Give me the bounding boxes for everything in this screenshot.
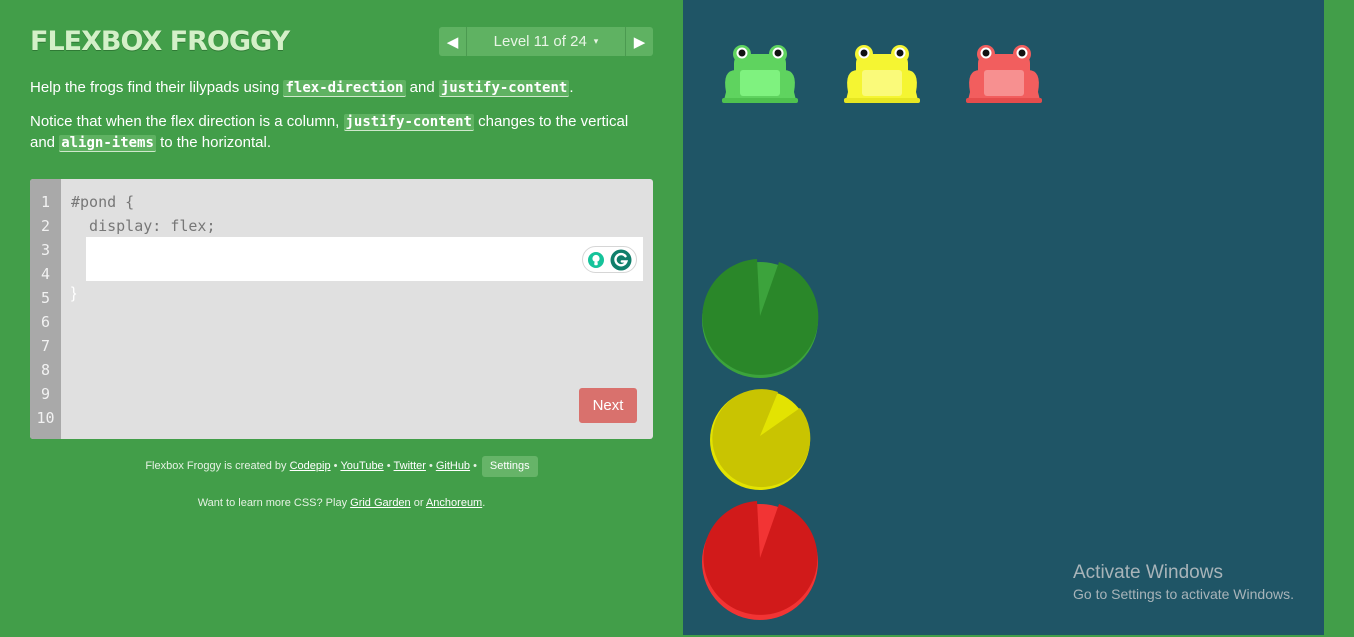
code-flex-direction: flex-direction	[283, 80, 406, 97]
code-line-selector: #pond {	[71, 193, 135, 211]
line-number: 1	[40, 193, 51, 211]
game-title: FLEXBOX FROGGY	[30, 26, 290, 57]
instruction-text: Help the frogs find their lilypads using	[30, 79, 284, 96]
next-button[interactable]: Next	[579, 388, 637, 423]
lightbulb-icon[interactable]	[587, 251, 605, 269]
instruction-text: Notice that when the flex direction is a…	[30, 113, 344, 130]
sidebar: FLEXBOX FROGGY ◀ Level 11 of 24 ▾ ▶ Help…	[0, 0, 683, 637]
line-number: 7	[40, 337, 51, 355]
grammarly-widget[interactable]	[582, 246, 637, 273]
more-games-text: Want to learn more CSS? Play	[197, 497, 351, 509]
caret-down-icon: ▾	[593, 36, 599, 46]
grammarly-logo-icon[interactable]	[610, 249, 632, 271]
more-games-text: or	[410, 497, 426, 509]
twitter-link[interactable]: Twitter	[394, 460, 426, 472]
code-justify-content: justify-content	[438, 80, 570, 97]
code-line-display: display: flex;	[71, 217, 216, 235]
css-code-input[interactable]	[86, 237, 643, 281]
windows-activation-watermark: Activate Windows Go to Settings to activ…	[1073, 562, 1294, 604]
instructions-paragraph-1: Help the frogs find their lilypads using…	[30, 78, 640, 99]
grid-garden-link[interactable]: Grid Garden	[350, 497, 411, 509]
lilypad-green	[702, 259, 819, 378]
right-edge-strip	[1324, 0, 1354, 637]
instruction-text: and	[405, 79, 439, 96]
lilypad-red	[702, 501, 818, 620]
instructions-paragraph-2: Notice that when the flex direction is a…	[30, 112, 640, 153]
separator: •	[386, 460, 391, 472]
watermark-title: Activate Windows	[1073, 562, 1223, 583]
lilypad-yellow	[710, 389, 811, 490]
arrow-right-icon: ▶	[633, 33, 646, 51]
frog-green	[722, 45, 798, 103]
line-number-gutter: 1 2 3 4 5 6 7 8 9 10	[30, 179, 61, 439]
level-label: Level 11 of 24	[493, 33, 587, 50]
code-line-closing-brace: }	[71, 285, 77, 302]
code-align-items: align-items	[59, 134, 156, 152]
arrow-left-icon: ◀	[446, 33, 459, 51]
credits-line: Flexbox Froggy is created by Codepip • You…	[30, 456, 653, 477]
github-link[interactable]: GitHub	[436, 460, 470, 472]
code-lines: #pond { display: flex;	[71, 190, 216, 238]
separator: •	[428, 460, 433, 472]
next-level-button[interactable]: ▶	[625, 27, 653, 56]
credits-text: Flexbox Froggy is created by	[145, 460, 290, 472]
codepip-link[interactable]: Codepip	[290, 460, 331, 472]
previous-level-button[interactable]: ◀	[439, 27, 467, 56]
line-number: 9	[40, 385, 51, 403]
more-games-line: Want to learn more CSS? Play Grid Garden…	[30, 497, 653, 509]
anchoreum-link[interactable]: Anchoreum	[426, 497, 482, 509]
line-number: 3	[40, 241, 51, 259]
settings-button[interactable]: Settings	[481, 456, 538, 477]
more-games-text: .	[482, 497, 486, 509]
css-editor: 1 2 3 4 5 6 7 8 9 10 #pond { display: fl…	[30, 179, 653, 439]
line-number: 5	[40, 289, 51, 307]
separator: •	[473, 460, 477, 472]
level-dropdown[interactable]: Level 11 of 24 ▾	[467, 27, 625, 56]
instruction-text: .	[569, 79, 574, 96]
instruction-text: to the horizontal.	[155, 133, 271, 151]
line-number: 4	[40, 265, 51, 283]
line-number: 6	[40, 313, 51, 331]
code-justify-content: justify-content	[343, 114, 474, 131]
separator: •	[333, 460, 338, 472]
frog-red	[966, 45, 1042, 103]
level-navigation: ◀ Level 11 of 24 ▾ ▶	[439, 27, 653, 56]
line-number: 10	[36, 409, 55, 427]
frog-yellow	[844, 45, 920, 103]
watermark-subtitle: Go to Settings to activate Windows.	[1073, 586, 1294, 602]
youtube-link[interactable]: YouTube	[340, 460, 383, 472]
pond	[683, 0, 1324, 635]
line-number: 8	[40, 361, 51, 379]
line-number: 2	[40, 217, 51, 235]
